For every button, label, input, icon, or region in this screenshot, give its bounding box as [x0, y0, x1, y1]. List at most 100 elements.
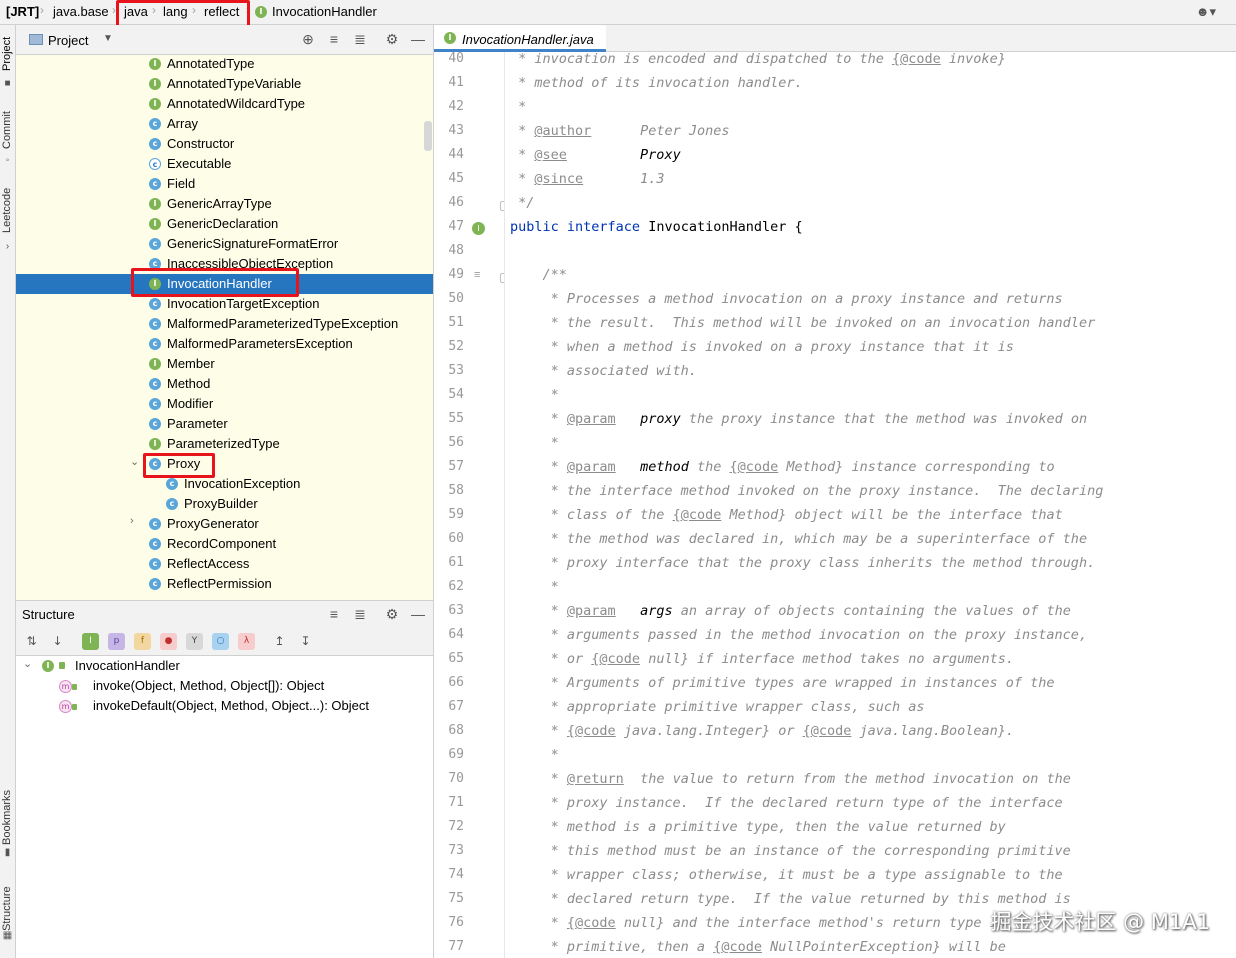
- code-token: will be: [940, 939, 1006, 955]
- user-account-icon[interactable]: ☻▾: [1196, 4, 1216, 20]
- show-inherited-icon[interactable]: I: [82, 633, 99, 650]
- code-token: *: [510, 387, 559, 403]
- code-token: java.lang.Integer}: [615, 723, 771, 739]
- breadcrumb-lang[interactable]: lang: [163, 4, 188, 19]
- tree-item-proxy[interactable]: ⌄ c Proxy: [16, 454, 433, 474]
- show-lambdas-icon[interactable]: ○: [212, 633, 229, 650]
- tool-tab-bookmarks[interactable]: Bookmarks: [1, 790, 13, 845]
- structure-member-row[interactable]: m invokeDefault(Object, Method, Object..…: [16, 696, 433, 716]
- expand-all-icon[interactable]: ≡: [326, 606, 342, 622]
- tree-item-invocationexception[interactable]: c InvocationException: [16, 474, 433, 494]
- autoscroll-from-source-icon[interactable]: ↧: [297, 633, 314, 650]
- code-token: *: [510, 747, 559, 763]
- tree-item-invocationtargetexception[interactable]: c InvocationTargetException: [16, 294, 433, 314]
- tree-item-method[interactable]: c Method: [16, 374, 433, 394]
- lambda-icon[interactable]: λ: [238, 633, 255, 650]
- tree-item-reflectpermission[interactable]: c ReflectPermission: [16, 574, 433, 594]
- tree-item-executable[interactable]: c Executable: [16, 154, 433, 174]
- expand-all-icon[interactable]: ≡: [326, 31, 342, 47]
- structure-member-row[interactable]: m invoke(Object, Method, Object[]): Obje…: [16, 676, 433, 696]
- collapse-all-icon[interactable]: ≣: [352, 606, 368, 622]
- tree-item-malformedparameterizedtypeexception[interactable]: c MalformedParameterizedTypeException: [16, 314, 433, 334]
- tree-item-field[interactable]: c Field: [16, 174, 433, 194]
- chevron-right-icon[interactable]: ›: [130, 515, 134, 527]
- tree-item-inaccessibleobjectexception[interactable]: c InaccessibleObjectException: [16, 254, 433, 274]
- tree-item-label: Field: [167, 176, 196, 191]
- code-line: * arguments passed in the method invocat…: [510, 627, 1087, 643]
- code-editor[interactable]: * invocation is encoded and dispatched t…: [505, 52, 1236, 958]
- code-line: *: [510, 387, 559, 403]
- class-icon: c: [149, 518, 161, 530]
- breadcrumb-current-file[interactable]: InvocationHandler: [272, 4, 377, 19]
- code-token: @return: [566, 771, 624, 787]
- gear-icon[interactable]: ⚙: [384, 606, 400, 622]
- code-token: {@code: [802, 723, 852, 739]
- editor-tab-invocationhandler[interactable]: I InvocationHandler.java: [434, 25, 606, 52]
- code-token: * Processes a method invocation on a pro…: [510, 291, 1063, 307]
- tree-item-genericdeclaration[interactable]: I GenericDeclaration: [16, 214, 433, 234]
- tree-item-reflectaccess[interactable]: c ReflectAccess: [16, 554, 433, 574]
- locate-file-icon[interactable]: ⊕: [300, 31, 316, 47]
- code-line: * invocation is encoded and dispatched t…: [510, 52, 1006, 67]
- tree-item-proxygenerator[interactable]: › c ProxyGenerator: [16, 514, 433, 534]
- code-line: * @since 1.3: [510, 171, 664, 187]
- sort-visibility-icon[interactable]: ⇅: [23, 633, 40, 650]
- show-anonymous-icon[interactable]: Y: [186, 633, 203, 650]
- tree-item-label: Modifier: [167, 396, 214, 411]
- breadcrumb-reflect[interactable]: reflect: [204, 4, 239, 19]
- tool-tab-structure[interactable]: Structure: [1, 886, 13, 931]
- tree-item-constructor[interactable]: c Constructor: [16, 134, 433, 154]
- tree-item-label: GenericSignatureFormatError: [167, 236, 339, 251]
- reader-mode-icon[interactable]: ≡: [474, 269, 480, 281]
- tree-item-parameterizedtype[interactable]: I ParameterizedType: [16, 434, 433, 454]
- interface-icon: I: [42, 660, 54, 672]
- view-dropdown-icon[interactable]: ▼: [100, 31, 116, 47]
- autoscroll-to-source-icon[interactable]: ↥: [271, 633, 288, 650]
- code-token: {@code: [729, 459, 779, 475]
- project-panel-title[interactable]: Project: [48, 33, 88, 48]
- tree-item-malformedparametersexception[interactable]: c MalformedParametersException: [16, 334, 433, 354]
- implementations-gutter-icon[interactable]: I: [472, 222, 485, 235]
- chevron-down-icon[interactable]: ⌄: [130, 455, 139, 468]
- sort-alpha-icon[interactable]: ↓: [49, 633, 66, 650]
- tree-item-genericsignatureformaterror[interactable]: c GenericSignatureFormatError: [16, 234, 433, 254]
- tree-item-member[interactable]: I Member: [16, 354, 433, 374]
- tree-item-annotatedtype[interactable]: I AnnotatedType: [16, 55, 433, 74]
- tool-tab-commit[interactable]: Commit: [1, 111, 13, 149]
- breadcrumb-java[interactable]: java: [124, 4, 148, 19]
- tree-item-annotatedwildcardtype[interactable]: I AnnotatedWildcardType: [16, 94, 433, 114]
- tree-item-label: AnnotatedType: [167, 56, 255, 71]
- breadcrumb-module[interactable]: java.base: [53, 4, 109, 19]
- line-number: 73: [448, 843, 464, 858]
- breadcrumb-jrt[interactable]: [JRT]: [6, 4, 39, 19]
- code-token: *: [510, 411, 567, 427]
- line-number: 57: [448, 459, 464, 474]
- tree-item-invocationhandler[interactable]: I InvocationHandler: [16, 274, 433, 294]
- show-fields-icon[interactable]: f: [134, 633, 151, 650]
- tool-tab-project[interactable]: Project: [1, 37, 13, 71]
- line-number: 69: [448, 747, 464, 762]
- tree-item-modifier[interactable]: c Modifier: [16, 394, 433, 414]
- collapse-all-icon[interactable]: ≣: [352, 31, 368, 47]
- structure-root-row[interactable]: ⌄ I InvocationHandler: [16, 656, 433, 676]
- tree-item-annotatedtypevariable[interactable]: I AnnotatedTypeVariable: [16, 74, 433, 94]
- gear-icon[interactable]: ⚙: [384, 31, 400, 47]
- tree-item-array[interactable]: c Array: [16, 114, 433, 134]
- tree-item-recordcomponent[interactable]: c RecordComponent: [16, 534, 433, 554]
- code-line: * Processes a method invocation on a pro…: [510, 291, 1063, 307]
- minimize-icon[interactable]: —: [410, 606, 426, 622]
- show-non-public-icon[interactable]: ●: [160, 633, 177, 650]
- show-properties-icon[interactable]: p: [108, 633, 125, 650]
- tree-item-proxybuilder[interactable]: c ProxyBuilder: [16, 494, 433, 514]
- tree-item-genericarraytype[interactable]: I GenericArrayType: [16, 194, 433, 214]
- line-number: 51: [448, 315, 464, 330]
- tree-item-parameter[interactable]: c Parameter: [16, 414, 433, 434]
- editor-tab-label: InvocationHandler.java: [462, 32, 594, 47]
- tool-tab-leetcode[interactable]: Leetcode: [1, 188, 13, 233]
- chevron-down-icon[interactable]: ⌄: [23, 657, 32, 670]
- tree-item-label: MalformedParameterizedTypeException: [167, 316, 399, 331]
- minimize-icon[interactable]: —: [410, 31, 426, 47]
- class-icon: c: [149, 338, 161, 350]
